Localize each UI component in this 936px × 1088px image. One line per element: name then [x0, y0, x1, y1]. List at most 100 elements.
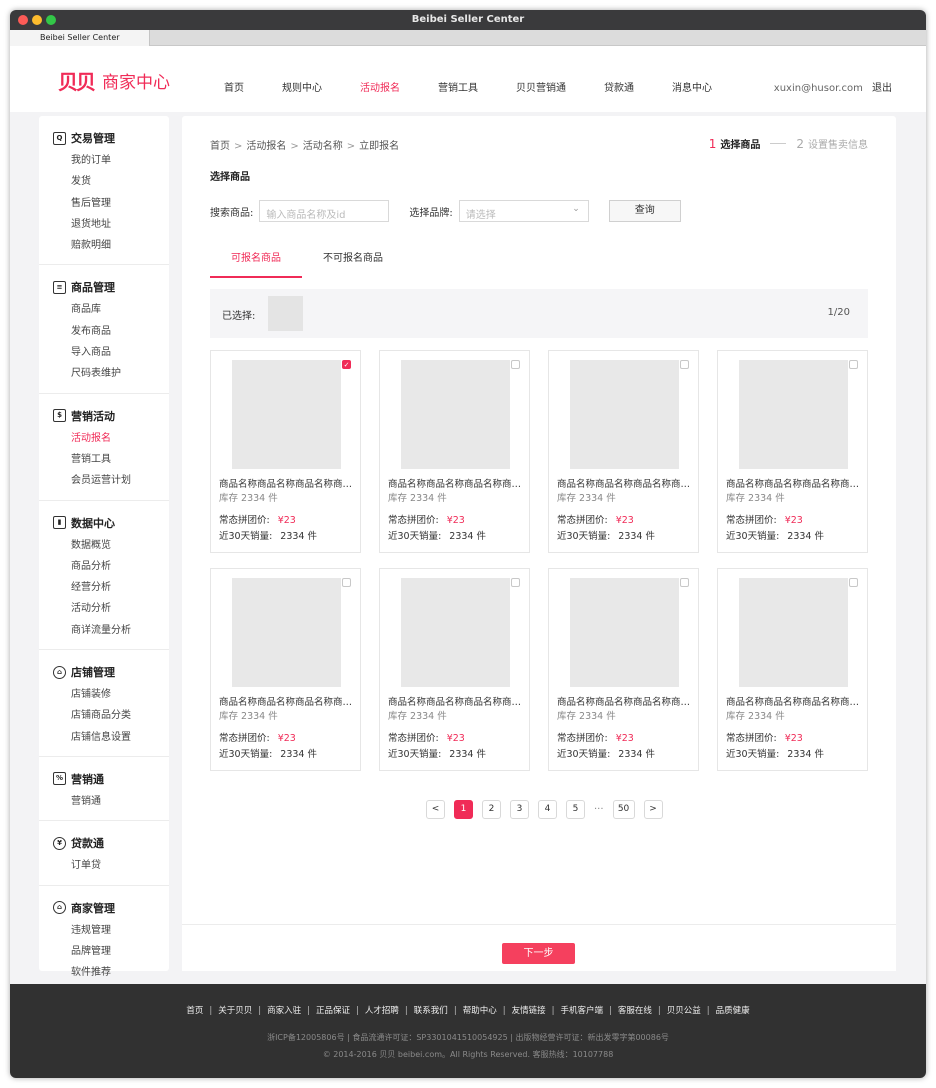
sidebar-item[interactable]: 导入商品 — [39, 342, 169, 363]
footer-link[interactable]: 帮助中心 — [463, 1006, 497, 1016]
sidebar-item[interactable]: 尺码表维护 — [39, 363, 169, 384]
prev-page-button[interactable]: < — [426, 800, 445, 819]
logout-link[interactable]: 退出 — [872, 83, 892, 94]
product-card[interactable]: 商品名称商品名称商品名称商品名称库存 2334 件常态拼团价: ¥23 近30天销量… — [210, 568, 361, 771]
product-checkbox[interactable] — [342, 578, 351, 587]
footer-link[interactable]: 品质健康 — [716, 1006, 750, 1016]
sidebar-item[interactable]: 店铺信息设置 — [39, 727, 169, 748]
search-input[interactable]: 输入商品名称及id — [259, 200, 390, 222]
sidebar-item[interactable]: 经营分析 — [39, 577, 169, 598]
footer-link[interactable]: 人才招聘 — [365, 1006, 399, 1016]
sidebar-item[interactable]: 我的订单 — [39, 150, 169, 171]
footer-link[interactable]: 正品保证 — [316, 1006, 350, 1016]
product-checkbox[interactable] — [511, 360, 520, 369]
nav-item[interactable]: 营销工具 — [438, 79, 478, 94]
sidebar-item[interactable]: 店铺装修 — [39, 684, 169, 705]
product-image[interactable] — [570, 578, 679, 687]
product-checkbox[interactable] — [680, 578, 689, 587]
product-card[interactable]: 商品名称商品名称商品名称商品名称库存 2334 件常态拼团价: ¥23 近30天销量… — [717, 568, 868, 771]
breadcrumb-item[interactable]: 首页 — [210, 141, 230, 152]
product-image[interactable] — [401, 578, 510, 687]
product-checkbox[interactable] — [849, 360, 858, 369]
breadcrumb-item[interactable]: 活动名称 — [303, 141, 343, 152]
page-button[interactable]: 5 — [566, 800, 585, 819]
sidebar-item[interactable]: 商详流量分析 — [39, 620, 169, 641]
sidebar-group-title[interactable]: ⌂ 店铺管理 — [39, 664, 169, 680]
sidebar-item[interactable]: 活动报名 — [39, 428, 169, 449]
product-card[interactable]: 商品名称商品名称商品名称商品名称库存 2334 件常态拼团价: ¥23 近30天销量… — [548, 350, 699, 553]
sidebar-item[interactable]: 商品分析 — [39, 556, 169, 577]
breadcrumb-item[interactable]: 活动报名 — [246, 141, 286, 152]
product-image[interactable] — [739, 360, 848, 469]
product-image[interactable] — [232, 360, 341, 469]
footer-link[interactable]: 首页 — [186, 1006, 203, 1016]
next-step-button[interactable]: 下一步 — [502, 943, 575, 964]
product-card[interactable]: 商品名称商品名称商品名称商品名称库存 2334 件常态拼团价: ¥23 近30天销量… — [379, 350, 530, 553]
footer-link[interactable]: 关于贝贝 — [218, 1006, 252, 1016]
product-checkbox[interactable] — [511, 578, 520, 587]
footer-icp: 浙ICP备12005806号 | 食品流通许可证：SP3301041510054… — [267, 1033, 669, 1042]
sidebar-item[interactable]: 订单贷 — [39, 855, 169, 876]
nav-item[interactable]: 消息中心 — [672, 79, 712, 94]
product-card[interactable]: 商品名称商品名称商品名称商品名称库存 2334 件常态拼团价: ¥23 近30天销量… — [548, 568, 699, 771]
brand-select[interactable]: 请选择 ⌄ — [458, 200, 589, 222]
nav-item[interactable]: 贷款通 — [604, 79, 634, 94]
footer-link[interactable]: 商家入驻 — [267, 1006, 301, 1016]
sidebar-item[interactable]: 售后管理 — [39, 193, 169, 214]
product-image[interactable] — [739, 578, 848, 687]
sidebar-item[interactable]: 违规管理 — [39, 920, 169, 941]
sidebar-item[interactable]: 商品库 — [39, 299, 169, 320]
sidebar-item[interactable]: 发货 — [39, 171, 169, 192]
sidebar-item[interactable]: 活动分析 — [39, 598, 169, 619]
product-image[interactable] — [401, 360, 510, 469]
sidebar-group-title[interactable]: ≡ 商品管理 — [39, 279, 169, 295]
page-button[interactable]: 4 — [538, 800, 557, 819]
nav-item[interactable]: 活动报名 — [360, 79, 400, 94]
next-page-button[interactable]: > — [643, 800, 663, 819]
product-checkbox[interactable]: ✓ — [342, 360, 351, 369]
selected-thumbnail[interactable] — [268, 296, 303, 331]
sidebar-item[interactable]: 品牌管理 — [39, 941, 169, 962]
sidebar-item[interactable]: 营销工具 — [39, 449, 169, 470]
product-card[interactable]: 商品名称商品名称商品名称商品名称库存 2334 件常态拼团价: ¥23 近30天销量… — [379, 568, 530, 771]
nav-item[interactable]: 规则中心 — [282, 79, 322, 94]
nav-item[interactable]: 贝贝营销通 — [516, 79, 566, 94]
footer-link[interactable]: 联系我们 — [414, 1006, 448, 1016]
product-checkbox[interactable] — [680, 360, 689, 369]
sidebar-item[interactable]: 赔款明细 — [39, 235, 169, 256]
logo[interactable]: 贝贝 商家中心 — [58, 66, 170, 95]
sidebar-group-title[interactable]: $ 营销活动 — [39, 408, 169, 424]
nav-item[interactable]: 首页 — [224, 79, 244, 94]
page-button[interactable]: 3 — [510, 800, 529, 819]
product-card[interactable]: ✓ 商品名称商品名称商品名称商品名称库存 2334 件常态拼团价: ¥23 近30天销… — [210, 350, 361, 553]
footer-link[interactable]: 手机客户端 — [560, 1006, 603, 1016]
user-email[interactable]: xuxin@husor.com — [774, 83, 863, 94]
sidebar-item[interactable]: 数据概览 — [39, 535, 169, 556]
last-page-button[interactable]: 50 — [612, 800, 635, 819]
product-image[interactable] — [232, 578, 341, 687]
filter-bar: 搜索商品: 输入商品名称及id 选择品牌: 请选择 ⌄ 查询 — [210, 200, 681, 222]
browser-tab[interactable]: Beibei Seller Center — [10, 30, 150, 46]
sidebar-item[interactable]: 退货地址 — [39, 214, 169, 235]
page-button[interactable]: 2 — [482, 800, 501, 819]
product-image[interactable] — [570, 360, 679, 469]
query-button[interactable]: 查询 — [608, 200, 681, 222]
sidebar-item[interactable]: 会员运营计划 — [39, 470, 169, 491]
sidebar-group-title[interactable]: % 营销通 — [39, 771, 169, 787]
product-card[interactable]: 商品名称商品名称商品名称商品名称库存 2334 件常态拼团价: ¥23 近30天销量… — [717, 350, 868, 553]
sidebar-item[interactable]: 营销通 — [39, 791, 169, 812]
sidebar-group-title[interactable]: ¥ 贷款通 — [39, 835, 169, 851]
sidebar-item[interactable]: 店铺商品分类 — [39, 705, 169, 726]
sidebar-group-title[interactable]: ⌂ 商家管理 — [39, 900, 169, 916]
footer-link[interactable]: 友情链接 — [512, 1006, 546, 1016]
footer-link[interactable]: 客服在线 — [618, 1006, 652, 1016]
tab-ineligible[interactable]: 不可报名商品 — [308, 240, 398, 278]
tab-eligible[interactable]: 可报名商品 — [210, 240, 302, 278]
sidebar-item[interactable]: 发布商品 — [39, 321, 169, 342]
page-button[interactable]: 1 — [454, 800, 473, 819]
sidebar-item[interactable]: 软件推荐 — [39, 962, 169, 983]
footer-link[interactable]: 贝贝公益 — [667, 1006, 701, 1016]
sidebar-group-title[interactable]: Q 交易管理 — [39, 130, 169, 146]
sidebar-group-title[interactable]: ▮ 数据中心 — [39, 515, 169, 531]
product-checkbox[interactable] — [849, 578, 858, 587]
